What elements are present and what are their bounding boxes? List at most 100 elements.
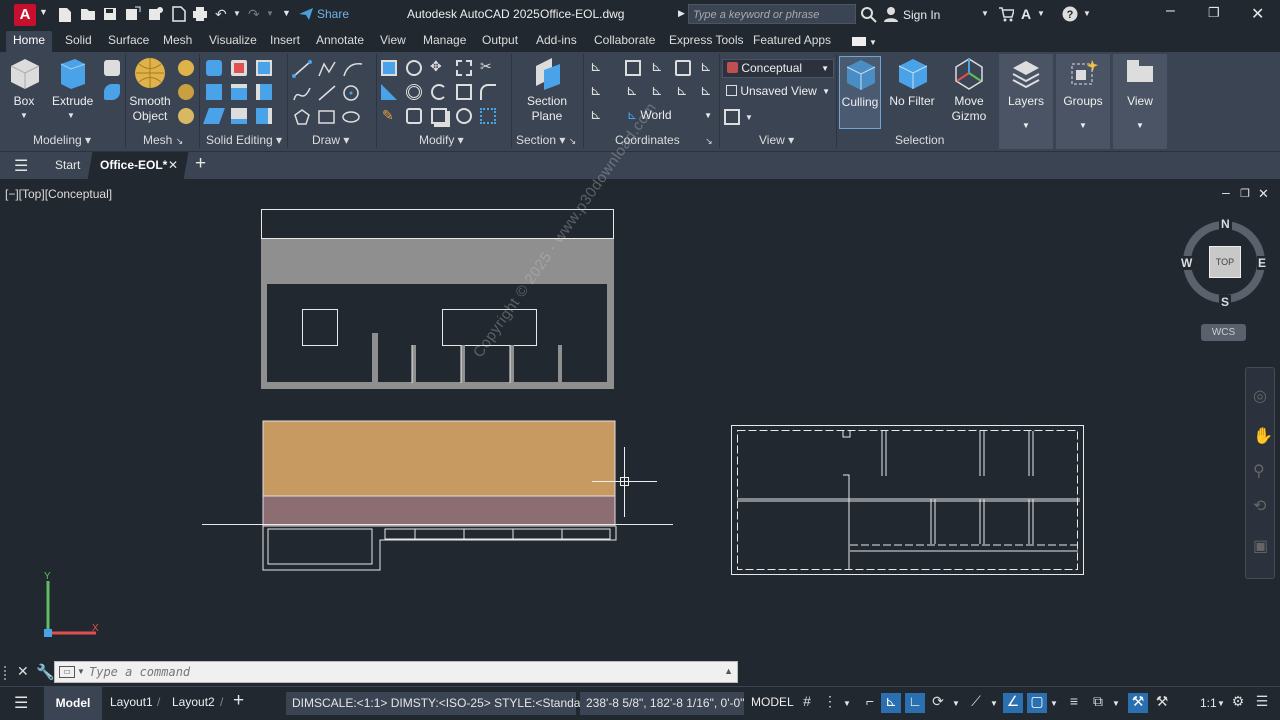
search-icon[interactable] bbox=[861, 7, 877, 23]
line-icon[interactable] bbox=[292, 60, 312, 78]
panel-modify-label[interactable]: Modify ▾ bbox=[419, 133, 464, 147]
extract-edges-icon[interactable] bbox=[203, 108, 225, 124]
start-tab[interactable]: Start bbox=[55, 158, 80, 172]
ribbon-minimize-icon[interactable] bbox=[852, 37, 866, 46]
scale-chevron-icon[interactable]: ▼ bbox=[1217, 699, 1225, 708]
orbit-icon[interactable]: ⟲ bbox=[1253, 496, 1266, 516]
sweep-icon[interactable] bbox=[104, 84, 120, 100]
app-logo[interactable]: A bbox=[14, 4, 36, 26]
font-size-icon[interactable]: A bbox=[1021, 6, 1031, 22]
search-expand-icon[interactable]: ▶ bbox=[678, 8, 685, 19]
command-history-icon[interactable]: ▲ bbox=[724, 666, 733, 676]
close-icon[interactable]: ✕ bbox=[1251, 4, 1264, 24]
align-icon[interactable] bbox=[381, 60, 397, 76]
save-as-icon[interactable] bbox=[125, 6, 141, 22]
extrude-chevron-icon[interactable]: ▼ bbox=[67, 111, 75, 120]
panel-draw-label[interactable]: Draw ▾ bbox=[312, 133, 349, 147]
scale-icon[interactable] bbox=[456, 108, 472, 124]
culling-button[interactable]: Culling bbox=[839, 56, 881, 129]
redo-chevron-icon[interactable]: ▼ bbox=[266, 9, 274, 18]
ellipse-icon[interactable] bbox=[342, 108, 362, 126]
minimize-icon[interactable]: – bbox=[1166, 2, 1175, 20]
viewcube-west[interactable]: W bbox=[1180, 256, 1194, 270]
share-icon[interactable] bbox=[298, 7, 314, 21]
viewcube-top-face[interactable]: TOP bbox=[1209, 246, 1241, 278]
panel-selection-label[interactable]: Selection bbox=[895, 133, 944, 147]
zoom-icon[interactable]: ⚲ bbox=[1253, 461, 1265, 481]
mesh-smooth-less-icon[interactable] bbox=[178, 84, 194, 100]
slice-icon[interactable] bbox=[231, 84, 247, 100]
rectangle-icon[interactable] bbox=[317, 108, 337, 126]
tab-insert[interactable]: Insert bbox=[270, 33, 300, 47]
steering-wheel-icon[interactable]: ◎ bbox=[1253, 386, 1267, 406]
ribbon-options-chevron-icon[interactable]: ▼ bbox=[869, 38, 877, 47]
move-icon[interactable]: ✥ bbox=[430, 58, 442, 75]
ucs-3point-icon[interactable]: ⊾ bbox=[676, 82, 688, 99]
tab-manage[interactable]: Manage bbox=[423, 33, 466, 47]
annotation-autoscale-icon[interactable]: ⚒ bbox=[1152, 693, 1172, 713]
showmotion-icon[interactable]: ▣ bbox=[1253, 536, 1268, 556]
wcs-menu[interactable]: WCS bbox=[1201, 324, 1246, 341]
hamburger-menu-icon[interactable]: ☰ bbox=[14, 156, 28, 176]
selection-cycling-icon[interactable]: ⧉ bbox=[1088, 693, 1108, 713]
customization-icon[interactable]: ☰ bbox=[1252, 693, 1272, 713]
3d-rotate-icon[interactable] bbox=[406, 60, 422, 76]
intersect-icon[interactable] bbox=[256, 60, 272, 76]
union-icon[interactable] bbox=[206, 60, 222, 76]
tab-surface[interactable]: Surface bbox=[108, 33, 149, 47]
sign-in-label[interactable]: Sign In bbox=[903, 8, 940, 22]
ucs-y-icon[interactable]: ⊾ bbox=[700, 58, 712, 75]
layout-menu-icon[interactable]: ☰ bbox=[14, 693, 28, 713]
cloud-save-icon[interactable] bbox=[148, 6, 164, 22]
polar-chevron-icon[interactable]: ▼ bbox=[952, 699, 960, 708]
cart-icon[interactable] bbox=[998, 6, 1014, 22]
ucs-icon[interactable]: ⊾ bbox=[590, 58, 602, 75]
polyline-icon[interactable] bbox=[317, 60, 337, 78]
open-web-icon[interactable] bbox=[172, 6, 186, 22]
command-settings-icon[interactable]: 🔧 bbox=[36, 663, 55, 681]
construction-line-icon[interactable] bbox=[317, 84, 337, 102]
new-file-icon[interactable] bbox=[58, 7, 72, 23]
ucs-origin-icon[interactable]: ⊾ bbox=[651, 58, 663, 75]
panel-modeling-label[interactable]: Modeling ▾ bbox=[33, 133, 91, 147]
panel-section-label[interactable]: Section ▾ ↘ bbox=[516, 133, 576, 147]
annotation-scale[interactable]: 1:1 bbox=[1200, 696, 1217, 710]
section-plane-button[interactable]: Section Plane bbox=[523, 56, 571, 124]
command-recent-icon[interactable]: ▭ bbox=[59, 666, 75, 678]
tab-collaborate[interactable]: Collaborate bbox=[594, 33, 655, 47]
layout1-tab[interactable]: Layout1 bbox=[110, 695, 153, 709]
trim-icon[interactable]: ✂ bbox=[480, 58, 492, 75]
tab-featured-apps[interactable]: Featured Apps bbox=[753, 33, 831, 47]
spline-icon[interactable] bbox=[292, 84, 312, 102]
circle-icon[interactable] bbox=[342, 84, 362, 102]
extrude-button[interactable]: Extrude bbox=[52, 56, 93, 109]
named-view-dropdown[interactable]: Unsaved View ▼ bbox=[722, 83, 834, 102]
undo-chevron-icon[interactable]: ▼ bbox=[233, 9, 241, 18]
panel-mesh-label[interactable]: Mesh ↘ bbox=[143, 133, 183, 147]
fillet-icon[interactable] bbox=[480, 84, 496, 100]
tab-view[interactable]: View bbox=[380, 33, 406, 47]
font-chevron-icon[interactable]: ▼ bbox=[1037, 9, 1045, 18]
array-icon[interactable] bbox=[456, 60, 472, 76]
imprint-icon[interactable] bbox=[231, 108, 247, 124]
mirror-icon[interactable] bbox=[381, 84, 397, 100]
thicken-icon[interactable] bbox=[256, 84, 272, 100]
close-tab-icon[interactable]: ✕ bbox=[168, 158, 178, 172]
customize-qat-icon[interactable]: ▼ bbox=[282, 8, 291, 18]
3d-scale-icon[interactable] bbox=[406, 84, 422, 100]
ucs-world-icon[interactable] bbox=[625, 60, 641, 76]
drawing-canvas[interactable]: [−][Top][Conceptual] – ❐ ✕ Y X Copyright… bbox=[0, 100, 1280, 686]
mesh-smooth-more-icon[interactable] bbox=[178, 60, 194, 76]
smooth-object-button[interactable]: Smooth Object bbox=[128, 56, 172, 124]
ucs-view-icon[interactable]: ⊾ bbox=[590, 82, 602, 99]
app-menu-chevron-icon[interactable]: ▼ bbox=[39, 7, 48, 17]
tab-output[interactable]: Output bbox=[482, 33, 518, 47]
modeling-more-chevron-icon[interactable]: ▼ bbox=[20, 111, 28, 120]
layout2-tab[interactable]: Layout2 bbox=[172, 695, 215, 709]
erase-icon[interactable]: ✎ bbox=[382, 107, 394, 124]
model-tab[interactable]: Model bbox=[44, 687, 102, 720]
command-input[interactable]: ▭ ▼ Type a command ▲ bbox=[54, 661, 738, 683]
undo-icon[interactable]: ↶ bbox=[215, 6, 227, 23]
tab-mesh[interactable]: Mesh bbox=[163, 33, 192, 47]
new-tab-icon[interactable]: + bbox=[195, 153, 206, 175]
